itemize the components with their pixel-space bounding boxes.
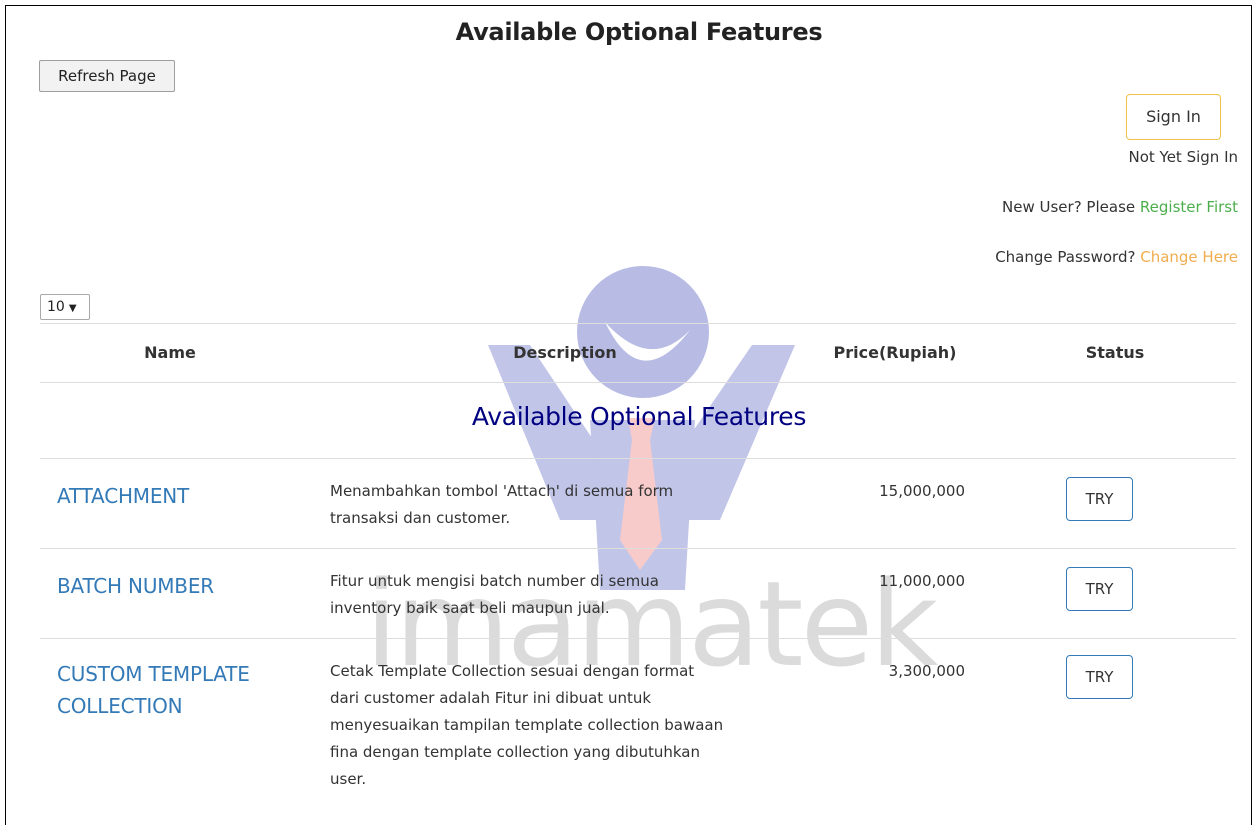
dropdown-arrow-icon: ▼ [68, 303, 77, 314]
column-header-description: Description [513, 343, 617, 362]
table-divider [40, 323, 1236, 324]
table-row: CUSTOM TEMPLATE COLLECTION Cetak Templat… [0, 638, 1258, 815]
try-button[interactable]: TRY [1066, 655, 1133, 699]
change-password-line: Change Password? Change Here [995, 248, 1238, 266]
column-header-name: Name [144, 343, 196, 362]
table-row: BATCH NUMBER Fitur untuk mengisi batch n… [0, 548, 1258, 638]
change-password-prompt: Change Password? [995, 248, 1136, 266]
register-line: New User? Please Register First [1002, 198, 1238, 216]
sign-in-button[interactable]: Sign In [1126, 94, 1221, 140]
description-line: transaksi dan customer. [330, 509, 511, 527]
try-button[interactable]: TRY [1066, 477, 1133, 521]
description-line: fina dengan template collection yang dib… [330, 743, 700, 761]
feature-name-line: BATCH NUMBER [57, 574, 214, 598]
feature-description: Fitur untuk mengisi batch number di semu… [330, 568, 810, 622]
description-line: Fitur untuk mengisi batch number di semu… [330, 572, 659, 590]
feature-name-line: CUSTOM TEMPLATE [57, 662, 250, 686]
feature-description: Menambahkan tombol 'Attach' di semua for… [330, 478, 810, 532]
feature-price: 11,000,000 [879, 572, 965, 590]
group-title: Available Optional Features [471, 402, 807, 431]
change-password-link[interactable]: Change Here [1140, 248, 1238, 266]
description-line: dari customer adalah Fitur ini dibuat un… [330, 689, 652, 707]
description-line: menyesuaikan tampilan template collectio… [330, 716, 724, 734]
feature-price: 3,300,000 [888, 662, 965, 680]
table-row: ATTACHMENT Menambahkan tombol 'Attach' d… [0, 458, 1258, 548]
feature-name-line: ATTACHMENT [57, 484, 190, 508]
page-size-value: 10 [47, 299, 65, 315]
feature-name-line: COLLECTION [57, 694, 183, 718]
description-line: Menambahkan tombol 'Attach' di semua for… [330, 482, 674, 500]
column-header-status: Status [1085, 343, 1145, 362]
description-line: Cetak Template Collection sesuai dengan … [330, 662, 695, 680]
register-link[interactable]: Register First [1140, 198, 1238, 216]
feature-name-link[interactable]: CUSTOM TEMPLATE COLLECTION [57, 658, 297, 722]
feature-name-link[interactable]: ATTACHMENT [57, 480, 297, 512]
feature-price: 15,000,000 [879, 482, 965, 500]
feature-name-link[interactable]: BATCH NUMBER [57, 570, 297, 602]
try-button[interactable]: TRY [1066, 567, 1133, 611]
column-header-price: Price(Rupiah) [833, 343, 957, 362]
signin-status-text: Not Yet Sign In [1128, 148, 1238, 166]
description-line: user. [330, 770, 367, 788]
register-prompt: New User? Please [1002, 198, 1136, 216]
page-title: Available Optional Features [455, 18, 823, 46]
refresh-page-button[interactable]: Refresh Page [39, 60, 175, 92]
description-line: inventory baik saat beli maupun jual. [330, 599, 610, 617]
table-divider [40, 382, 1236, 383]
feature-description: Cetak Template Collection sesuai dengan … [330, 658, 810, 793]
page-size-select[interactable]: 10 ▼ [40, 294, 90, 320]
